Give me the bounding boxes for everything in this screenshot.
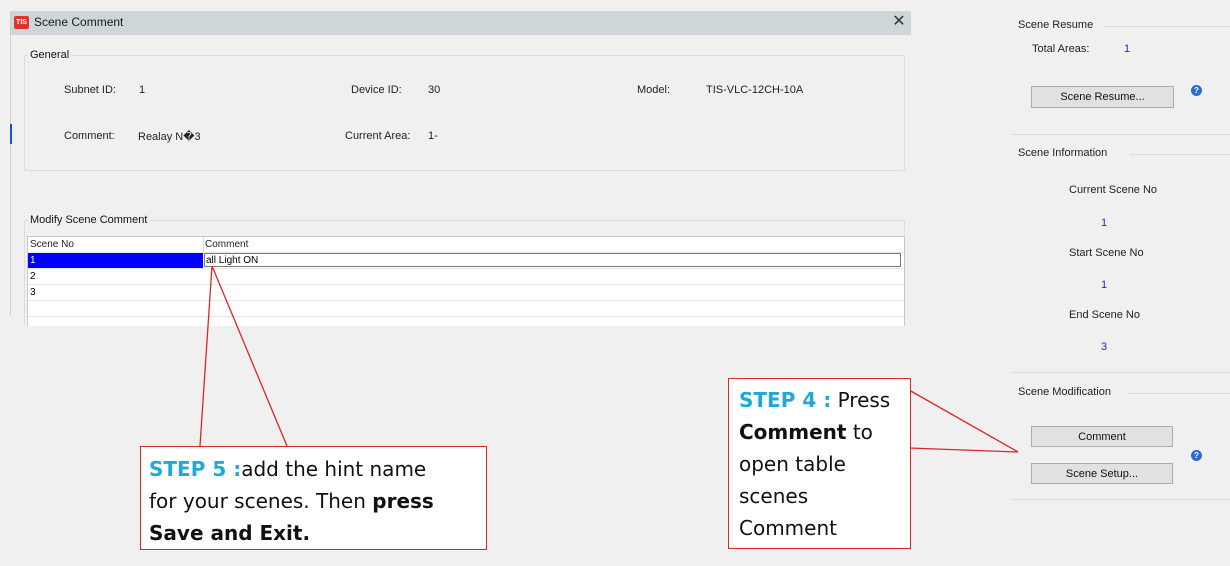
step4-bold: Comment — [739, 420, 847, 444]
step4-pointer — [908, 389, 1019, 453]
step5-bold: press — [372, 489, 434, 513]
step4-callout: STEP 4 : Press Comment to open table sce… — [728, 378, 911, 549]
step5-tag: STEP 5 : — [149, 457, 242, 481]
step5-text: for your scenes. Then — [149, 489, 373, 513]
step4-text: to — [846, 420, 873, 444]
step5-text: add the hint name — [241, 457, 427, 481]
step4-text: scenes — [739, 484, 809, 508]
step4-text: Comment — [739, 516, 837, 540]
step5-bold: Save and Exit. — [149, 521, 311, 545]
step5-callout: STEP 5 :add the hint name for your scene… — [140, 446, 487, 550]
step4-tag: STEP 4 : — [739, 388, 832, 412]
step4-text: Press — [831, 388, 891, 412]
step4-text: open table — [739, 452, 846, 476]
step5-pointer — [199, 265, 288, 447]
